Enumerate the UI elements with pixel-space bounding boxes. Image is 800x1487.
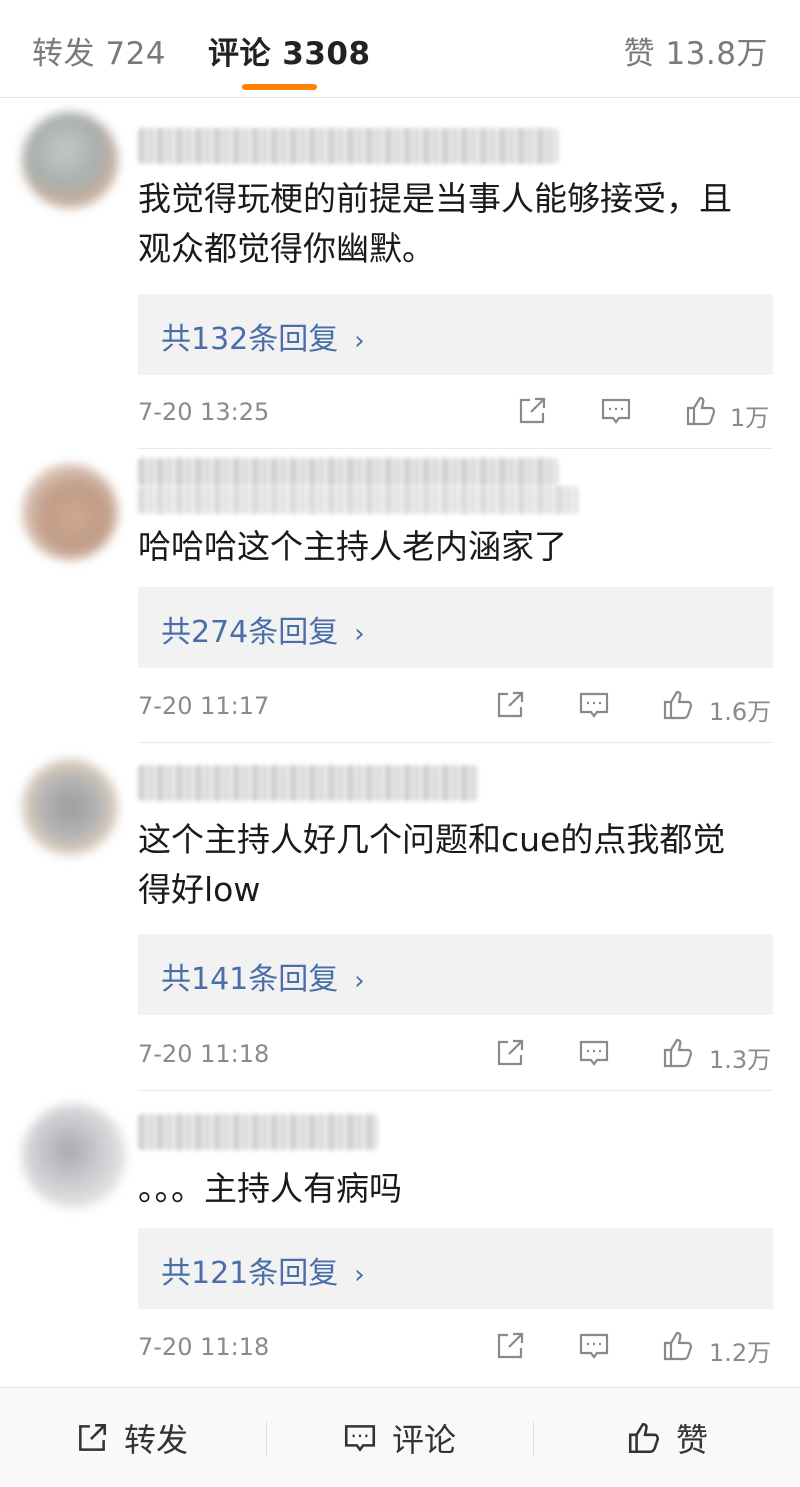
comment-meta: 7-20 11:18 1.2万 <box>0 1329 800 1369</box>
reply-count-link[interactable]: 共121条回复 › <box>161 1248 365 1292</box>
chevron-right-icon: › <box>354 326 365 356</box>
comment-icon <box>344 1425 376 1452</box>
timestamp: 7-20 11:18 <box>138 1333 270 1361</box>
comment-text: 我觉得玩梗的前提是当事人能够接受，且观众都觉得你幽默。 <box>138 179 732 268</box>
reply-box[interactable]: 共132条回复 › <box>138 294 773 375</box>
thumbs-up-icon[interactable] <box>661 688 695 722</box>
reply-box[interactable]: 共141条回复 › <box>138 934 773 1015</box>
repost-icon <box>79 1424 106 1451</box>
chevron-right-icon: › <box>354 966 365 996</box>
username-blurred <box>138 486 578 514</box>
reply-box[interactable]: 共274条回复 › <box>138 587 773 668</box>
avatar[interactable] <box>22 464 118 560</box>
repost-button[interactable]: 转发 <box>74 1388 188 1487</box>
like-label: 赞 <box>676 1421 709 1459</box>
repost-label: 转发 <box>124 1421 189 1459</box>
like-button[interactable]: 赞 <box>626 1388 708 1487</box>
thumbs-up-icon <box>628 1422 660 1454</box>
tab-bar: 转发 724 评论 3308 赞 13.8万 <box>0 0 800 98</box>
comment-text: 。。。主持人有病吗 <box>138 1169 402 1208</box>
comment-text: 这个主持人好几个问题和cue的点我都觉得好low <box>138 820 726 909</box>
comment-meta: 7-20 11:17 1.6万 <box>0 688 800 728</box>
timestamp: 7-20 13:25 <box>138 398 270 426</box>
chevron-right-icon: › <box>354 619 365 649</box>
reply-count-link[interactable]: 共274条回复 › <box>161 607 365 651</box>
tab-comment[interactable]: 评论 3308 <box>208 28 371 73</box>
thumbs-up-icon[interactable] <box>661 1329 695 1363</box>
repost-icon[interactable] <box>493 1329 527 1363</box>
reply-count-label: 共132条回复 <box>161 322 339 357</box>
comment-meta: 7-20 11:18 1.3万 <box>0 1036 800 1076</box>
avatar[interactable] <box>22 759 118 855</box>
timestamp: 7-20 11:18 <box>138 1040 270 1068</box>
divider <box>266 1422 267 1456</box>
comment-meta: 7-20 13:25 1万 <box>0 394 800 434</box>
comment-text: 哈哈哈这个主持人老内涵家了 <box>138 527 567 566</box>
like-count: 1.2万 <box>709 1339 772 1367</box>
username-blurred[interactable] <box>138 458 558 486</box>
bottom-action-bar: 转发 评论 赞 <box>0 1387 800 1487</box>
avatar[interactable] <box>22 112 118 208</box>
active-tab-indicator <box>242 84 317 90</box>
like-count: 1.6万 <box>709 698 772 726</box>
reply-count-link[interactable]: 共141条回复 › <box>161 954 365 998</box>
username-blurred[interactable] <box>138 765 478 801</box>
like-count: 1.3万 <box>709 1046 772 1074</box>
comment-icon[interactable] <box>577 1329 611 1363</box>
like-count: 1万 <box>730 404 770 432</box>
divider <box>138 1090 772 1091</box>
tab-repost[interactable]: 转发 724 <box>32 28 166 73</box>
reply-box[interactable]: 共121条回复 › <box>138 1228 773 1309</box>
comment-button[interactable]: 评论 <box>342 1388 456 1487</box>
comment-icon[interactable] <box>599 394 633 428</box>
reply-count-label: 共274条回复 <box>161 615 339 650</box>
tab-like[interactable]: 赞 13.8万 <box>624 28 768 73</box>
comment-label: 评论 <box>392 1421 457 1459</box>
reply-count-label: 共141条回复 <box>161 962 339 997</box>
avatar[interactable] <box>22 1104 126 1208</box>
reply-count-label: 共121条回复 <box>161 1256 339 1291</box>
divider <box>138 742 772 743</box>
username-blurred[interactable] <box>138 1114 378 1150</box>
reply-count-link[interactable]: 共132条回复 › <box>161 314 365 358</box>
repost-icon[interactable] <box>493 688 527 722</box>
repost-icon[interactable] <box>493 1036 527 1070</box>
comment-icon[interactable] <box>577 688 611 722</box>
comment-icon[interactable] <box>577 1036 611 1070</box>
chevron-right-icon: › <box>354 1260 365 1290</box>
divider <box>138 448 772 449</box>
timestamp: 7-20 11:17 <box>138 692 270 720</box>
repost-icon[interactable] <box>515 394 549 428</box>
divider <box>533 1422 534 1456</box>
thumbs-up-icon[interactable] <box>661 1036 695 1070</box>
username-blurred[interactable] <box>138 128 558 164</box>
thumbs-up-icon[interactable] <box>684 394 718 428</box>
